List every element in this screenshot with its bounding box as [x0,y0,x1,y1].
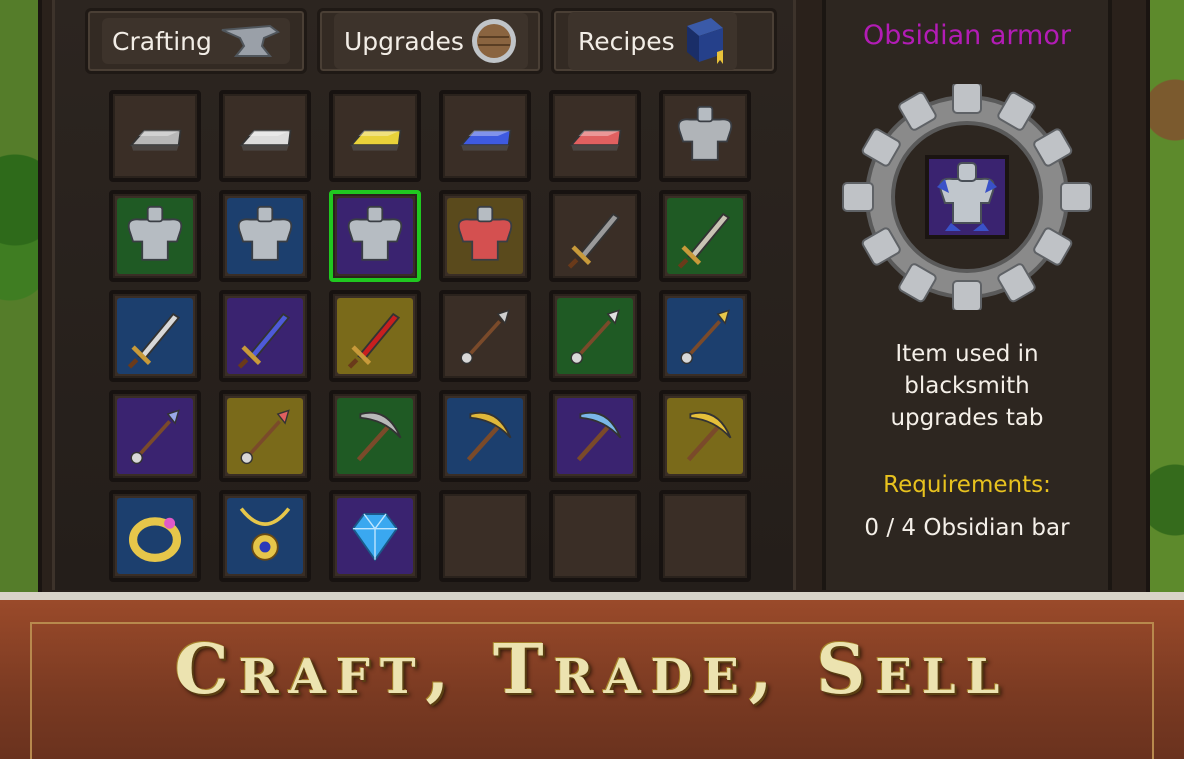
tab-crafting[interactable]: Crafting [85,8,307,74]
item-slot[interactable] [219,290,311,382]
gold-pickaxe-icon [466,411,512,462]
item-slot[interactable] [549,290,641,382]
item-slot[interactable] [219,390,311,482]
dagger-icon [567,212,621,269]
item-slot[interactable] [659,190,751,282]
item-title: Obsidian armor [863,20,1071,51]
crystal-pickaxe-icon [576,411,622,462]
requirements-label: Requirements: [883,472,1051,498]
steel-spear-icon [570,309,620,365]
item-slot[interactable] [329,190,421,282]
tab-recipes[interactable]: Recipes [551,8,777,74]
iron-bar-icon [239,129,292,151]
item-slot[interactable] [109,490,201,582]
steel-sword-icon [127,312,181,369]
item-slot[interactable] [659,390,751,482]
item-slot[interactable] [659,290,751,382]
gold-amulet-icon [239,507,291,561]
sapphire-gem-icon [351,513,399,562]
item-slot[interactable] [439,390,531,482]
item-slot[interactable] [109,190,201,282]
blue-bar-icon [459,129,512,151]
silver-bar-icon [129,129,182,151]
obsidian-armor-icon [347,205,403,261]
slot-background [447,498,523,574]
chainmail-armor-icon [677,105,733,161]
rune-circle-icon [842,84,1092,310]
item-slot[interactable] [439,90,531,182]
empty-item-slot[interactable] [659,490,751,582]
promo-banner: Craft, Trade, Sell [0,592,1184,759]
requirements-value: 0 / 4 Obsidian bar [864,515,1070,541]
iron-pickaxe-icon [356,411,402,462]
ruby-spear-icon [240,409,290,465]
fire-sword-icon [347,312,401,369]
steel-armor-icon [127,205,183,261]
item-slot[interactable] [219,190,311,282]
item-slot[interactable] [549,390,641,482]
gold-bar-icon [349,129,402,151]
gold-ring-icon [128,517,182,563]
item-description: Item used in blacksmith upgrades tab [890,341,1044,431]
slot-background [667,498,743,574]
slot-background [557,498,633,574]
red-bar-icon [569,129,622,151]
empty-item-slot[interactable] [439,490,531,582]
bronze-spear-icon [460,309,510,365]
short-sword-icon [677,212,731,269]
crystal-spear-icon [130,409,180,465]
item-slot[interactable] [549,190,641,282]
item-slot[interactable] [329,490,421,582]
item-slot[interactable] [329,390,421,482]
tab-crafting-label: Crafting [112,26,212,56]
ornate-pickaxe-icon [686,411,732,462]
empty-item-slot[interactable] [549,490,641,582]
item-slot[interactable] [219,490,311,582]
tab-recipes-label: Recipes [578,26,675,56]
tab-upgrades[interactable]: Upgrades [317,8,543,74]
item-detail-panel: Obsidian armor Item used in blacksmith u… [822,0,1112,590]
shield-icon [471,19,516,63]
item-slot[interactable] [439,190,531,282]
blue-sword-icon [237,312,291,369]
item-slot[interactable] [109,390,201,482]
item-slot[interactable] [329,290,421,382]
crafting-panel: Crafting Upgrades Recipes [52,0,796,590]
book-icon [686,18,723,64]
gold-spear-icon [680,309,730,365]
item-slot[interactable] [549,90,641,182]
banner-text: Craft, Trade, Sell [174,630,1010,710]
item-slot[interactable] [219,90,311,182]
item-slot[interactable] [109,90,201,182]
red-armor-icon [457,205,513,261]
item-slot[interactable] [439,290,531,382]
item-slot[interactable] [109,290,201,382]
tab-upgrades-label: Upgrades [344,26,464,56]
gold-trim-armor-icon [237,205,293,261]
item-slot[interactable] [329,90,421,182]
anvil-icon [221,24,280,57]
item-slot[interactable] [659,90,751,182]
